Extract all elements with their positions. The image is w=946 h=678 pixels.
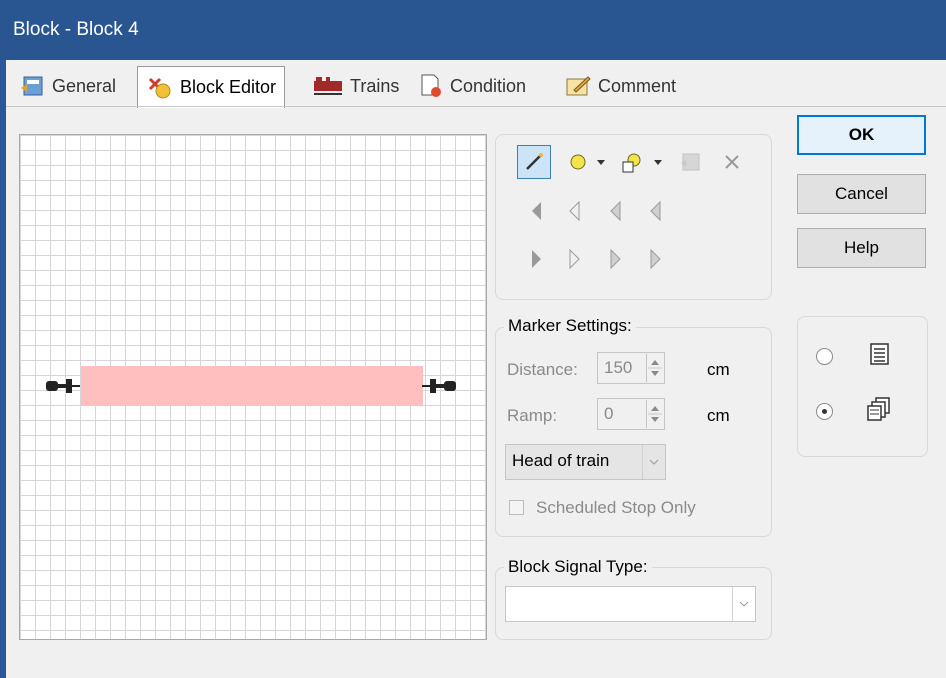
title-bar: Block - Block 4 <box>0 0 946 60</box>
ok-button[interactable]: OK <box>797 115 926 155</box>
arrow-right-icon <box>610 248 621 270</box>
tab-comment-label: Comment <box>598 75 677 96</box>
multi-view-radio[interactable] <box>816 403 833 420</box>
arrow-right-icon <box>532 250 541 268</box>
trains-icon <box>314 77 342 95</box>
left-connector-icon[interactable] <box>44 378 80 394</box>
help-button-label: Help <box>844 238 879 257</box>
window-title: Block - Block 4 <box>13 19 139 40</box>
scheduled-stop-checkbox[interactable] <box>509 500 524 515</box>
move-left-buttons[interactable] <box>525 198 665 224</box>
arrow-left-icon <box>569 200 580 222</box>
right-connector-icon[interactable] <box>422 378 458 394</box>
tab-condition[interactable]: Condition <box>418 66 526 106</box>
general-properties-icon <box>21 76 43 96</box>
comment-icon <box>566 76 591 96</box>
marker-position-value: Head of train <box>512 451 610 470</box>
tab-bar: General Block Editor Trains Condition Co… <box>6 60 946 108</box>
shape-tool-button[interactable] <box>617 147 647 177</box>
properties-icon <box>681 153 700 171</box>
tab-block-editor-label: Block Editor <box>180 77 277 97</box>
ramp-unit: cm <box>707 406 730 425</box>
block-signal-legend: Block Signal Type: <box>504 557 652 577</box>
window-border <box>0 60 6 678</box>
circle-marker-icon <box>570 154 586 170</box>
tab-trains[interactable]: Trains <box>312 66 399 106</box>
ramp-spinner[interactable]: 0 <box>597 398 665 430</box>
tab-block-editor[interactable]: Block Editor <box>137 66 286 108</box>
marker-position-select[interactable]: Head of train <box>505 444 666 480</box>
help-button[interactable]: Help <box>797 228 926 268</box>
distance-label: Distance: <box>507 360 578 379</box>
ramp-label: Ramp: <box>507 406 558 425</box>
marker-settings-legend: Marker Settings: <box>504 316 636 336</box>
delete-button[interactable] <box>717 147 747 177</box>
block-editor-icon <box>148 77 171 98</box>
list-view-icon <box>870 343 889 365</box>
block-signal-select[interactable] <box>505 586 756 622</box>
distance-spinner[interactable]: 150 <box>597 352 665 384</box>
dropdown-arrow-icon <box>597 160 605 165</box>
circle-marker-button[interactable] <box>563 147 593 177</box>
multi-view-icon <box>867 397 890 421</box>
cancel-button[interactable]: Cancel <box>797 174 926 214</box>
tab-trains-label: Trains <box>350 75 400 96</box>
tab-condition-label: Condition <box>450 75 527 96</box>
arrow-right-icon <box>650 248 661 270</box>
arrow-left-icon <box>532 202 541 220</box>
block-segment[interactable] <box>81 366 423 406</box>
scheduled-stop-label: Scheduled Stop Only <box>536 498 696 517</box>
delete-icon <box>725 155 739 169</box>
arrow-left-icon <box>610 200 621 222</box>
list-view-radio[interactable] <box>816 348 833 365</box>
tab-divider <box>6 106 946 107</box>
dropdown-arrow-icon <box>654 160 662 165</box>
chevron-down-icon[interactable] <box>732 587 755 621</box>
distance-value: 150 <box>604 358 633 377</box>
move-right-buttons[interactable] <box>525 246 665 272</box>
properties-button[interactable] <box>675 147 705 177</box>
view-mode-group <box>797 316 928 457</box>
distance-unit: cm <box>707 360 730 379</box>
tab-general[interactable]: General <box>18 66 116 106</box>
tab-general-label: General <box>52 75 117 96</box>
spinner-arrows-icon[interactable] <box>646 354 663 382</box>
pencil-tool-button[interactable] <box>517 145 551 179</box>
circle-marker-dropdown[interactable] <box>593 147 609 177</box>
arrow-right-icon <box>569 248 580 270</box>
tab-comment[interactable]: Comment <box>564 66 676 106</box>
condition-icon <box>421 74 441 97</box>
chevron-down-icon[interactable] <box>642 445 665 479</box>
shape-tool-dropdown[interactable] <box>650 147 666 177</box>
spinner-arrows-icon[interactable] <box>646 400 663 428</box>
shape-tool-icon <box>622 153 641 173</box>
ramp-value: 0 <box>604 404 614 423</box>
pencil-icon <box>526 153 543 170</box>
arrow-left-icon <box>650 200 661 222</box>
